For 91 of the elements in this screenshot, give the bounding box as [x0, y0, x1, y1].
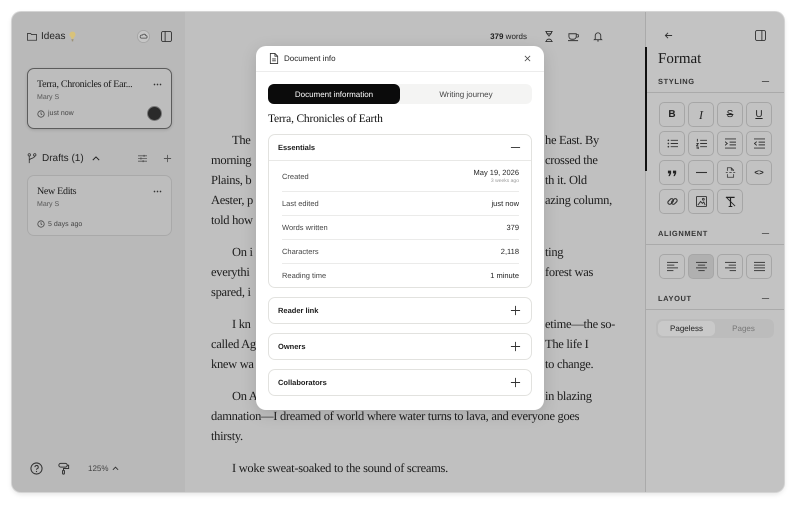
align-center-icon: [696, 261, 706, 272]
filter-icon[interactable]: [138, 154, 147, 162]
body-text: The life I: [545, 336, 589, 353]
document-title: Terra, Chronicles of Earth: [268, 113, 384, 125]
document-icon: [269, 53, 279, 64]
link-icon: [666, 196, 678, 207]
numbered-list-icon: [696, 138, 706, 149]
body-text: ting: [545, 244, 564, 261]
body-text: On i: [232, 245, 253, 259]
bold-button[interactable]: B: [659, 102, 685, 127]
align-center-button[interactable]: [688, 254, 714, 279]
body-text: crossed the: [545, 152, 598, 169]
cloud-icon[interactable]: [137, 30, 150, 42]
body-text: called Ag: [211, 337, 256, 351]
layout-tab[interactable]: Pageless: [658, 321, 715, 336]
numbered-list-button[interactable]: [688, 131, 714, 156]
zoom-level[interactable]: 125%: [88, 464, 108, 472]
sidebar-toggle-icon[interactable]: [161, 30, 172, 42]
branch-icon: [27, 152, 37, 164]
drafts-heading: Drafts (1): [42, 152, 84, 164]
clear-format-button[interactable]: [717, 189, 743, 214]
align-right-button[interactable]: [717, 254, 743, 279]
close-icon[interactable]: [524, 55, 531, 62]
dialog-tab[interactable]: Document information: [268, 84, 400, 104]
align-left-icon: [666, 261, 678, 272]
body-text: etime—the so-: [545, 316, 616, 333]
expand-icon[interactable]: [510, 341, 521, 352]
align-justify-icon: [754, 261, 764, 272]
bullet-list-button[interactable]: [659, 131, 685, 156]
body-text: damnation—I dreamed of world where water turns to lava, and everyone goes: [211, 409, 580, 423]
align-left-button[interactable]: [659, 254, 685, 279]
more-icon[interactable]: [153, 83, 162, 86]
body-text: he East. By: [545, 132, 599, 149]
body-text: Plains, b: [211, 173, 252, 187]
folder-icon: [27, 30, 37, 42]
italic-button[interactable]: I: [688, 102, 714, 127]
expand-icon[interactable]: [510, 305, 521, 316]
document-title: Terra, Chronicles of Ear...: [37, 79, 132, 90]
expand-icon[interactable]: [510, 377, 521, 388]
folder-name[interactable]: Ideas: [41, 30, 66, 42]
help-icon[interactable]: [30, 462, 43, 474]
align-justify-button[interactable]: [746, 254, 772, 279]
body-text: spared, i: [211, 285, 251, 299]
body-text: told how: [211, 213, 253, 227]
clock-icon: [37, 220, 45, 228]
paint-roller-icon[interactable]: [57, 462, 70, 474]
quote-button[interactable]: [659, 160, 685, 185]
body-text: knew wa: [211, 357, 254, 371]
bell-icon[interactable]: [593, 30, 603, 42]
page-break-icon: [724, 167, 736, 178]
dialog-title: Document info: [284, 54, 336, 63]
body-text: forest was: [545, 264, 594, 281]
image-button[interactable]: [688, 189, 714, 214]
strike-button[interactable]: S: [717, 102, 743, 127]
panel-toggle-icon[interactable]: [755, 30, 766, 40]
outdent-icon: [754, 138, 764, 149]
hourglass-icon[interactable]: [544, 30, 554, 42]
cup-icon[interactable]: [568, 30, 579, 42]
body-text: th it. Old: [545, 172, 587, 189]
bullet-list-icon: [666, 138, 678, 149]
code-button[interactable]: <>: [746, 160, 772, 185]
outdent-button[interactable]: [746, 131, 772, 156]
body-text: thirsty.: [211, 429, 243, 443]
body-text: I woke sweat-soaked to the sound of screams.: [232, 461, 448, 475]
image-icon: [696, 196, 706, 207]
body-text: to change.: [545, 356, 594, 373]
caret-icon[interactable]: [112, 466, 120, 470]
document-title: New Edits: [37, 186, 76, 197]
lightbulb-icon: [69, 30, 76, 42]
body-text: I kn: [232, 317, 251, 331]
panel-title: Format: [657, 50, 702, 68]
indent-icon: [724, 138, 736, 149]
body-text: The: [232, 133, 251, 147]
chevron-icon[interactable]: [92, 156, 100, 160]
body-text: in blazing: [545, 388, 592, 405]
clear-format-icon: [724, 196, 736, 207]
underline-button[interactable]: U: [746, 102, 772, 127]
add-icon[interactable]: [163, 154, 172, 162]
back-arrow-icon[interactable]: [664, 30, 673, 40]
body-text: azing column,: [545, 192, 612, 209]
align-right-icon: [724, 261, 736, 272]
page-break-button[interactable]: [717, 160, 743, 185]
clock-icon: [37, 110, 45, 118]
indent-button[interactable]: [717, 131, 743, 156]
dialog-tab[interactable]: Writing journey: [400, 84, 532, 104]
body-text: Aester, p: [211, 193, 253, 207]
body-text: morning: [211, 153, 252, 167]
more-icon[interactable]: [153, 190, 162, 193]
word-count: 379 words: [490, 32, 527, 40]
link-button[interactable]: [659, 189, 685, 214]
body-text: everythi: [211, 265, 250, 279]
